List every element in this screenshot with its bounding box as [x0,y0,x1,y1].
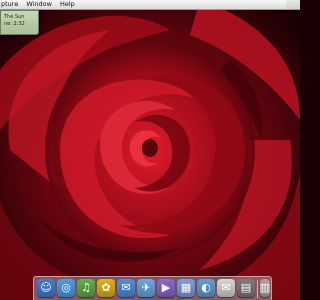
panel-line-2: ne: 2:32 [4,21,25,27]
dock: ☺ ◎ ♫ ✿ ✉ ✈ ▶ ▦ ◐ ✉ ▤ ▥ [33,276,272,300]
safari-icon[interactable]: ◎ [57,279,75,297]
trash-icon[interactable]: ▥ [260,279,270,297]
menu-help[interactable]: Help [56,0,79,9]
address-book-icon[interactable]: ✉ [217,279,235,297]
iphoto-icon[interactable]: ✿ [97,279,115,297]
ical-icon[interactable]: ▦ [177,279,195,297]
itunes-icon[interactable]: ♫ [77,279,95,297]
finder-icon[interactable]: ☺ [37,279,55,297]
calculator-icon[interactable]: ▤ [237,279,255,297]
menu-capture[interactable]: pture [0,0,22,9]
imovie-icon[interactable]: ▶ [157,279,175,297]
panel-line-1: The Sun [4,14,25,20]
menu-bar: pture Window Help [0,0,300,10]
menu-window[interactable]: Window [22,0,56,9]
floating-info-panel[interactable]: The Sun ne: 2:32 [0,10,39,35]
mail-icon[interactable]: ✈ [137,279,155,297]
dock-separator [257,280,258,298]
desktop-wallpaper-rose [0,0,300,300]
menu-bar-extra [286,0,300,9]
ichat-icon[interactable]: ✉ [117,279,135,297]
preview-icon[interactable]: ◐ [197,279,215,297]
